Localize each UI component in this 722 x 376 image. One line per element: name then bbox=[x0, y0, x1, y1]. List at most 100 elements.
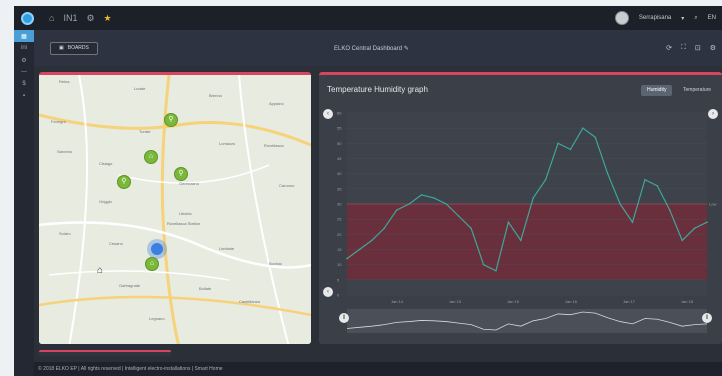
location-marker[interactable] bbox=[151, 243, 163, 255]
map-place-label: Bollate bbox=[199, 286, 212, 291]
gear-icon[interactable]: ⚙ bbox=[86, 6, 94, 30]
lock-icon[interactable]: ⊡ bbox=[695, 44, 701, 52]
data-point bbox=[433, 197, 435, 199]
data-point bbox=[495, 269, 497, 272]
data-point bbox=[507, 221, 510, 223]
home-icon[interactable]: ⌂ bbox=[97, 265, 103, 276]
y-tick-label: 0 bbox=[337, 293, 340, 298]
avatar[interactable] bbox=[614, 11, 629, 25]
device-marker[interactable]: ⚲ bbox=[117, 175, 131, 189]
user-name[interactable]: Serrapisana bbox=[639, 15, 671, 21]
star-icon[interactable]: ★ bbox=[104, 6, 112, 30]
dollar-icon[interactable]: $ bbox=[14, 78, 34, 90]
map-place-label: Garbagnate bbox=[119, 283, 141, 288]
sidebar: ▦ ini ⚙ — $ ▪ bbox=[14, 30, 34, 376]
data-point bbox=[445, 203, 448, 205]
map-place-label: Brenno bbox=[209, 93, 223, 98]
data-point bbox=[544, 178, 547, 181]
x-tick-label: Jan 16 bbox=[565, 299, 578, 304]
boards-label: BOARDS bbox=[67, 45, 89, 51]
x-tick-label: Jan 17 bbox=[623, 299, 636, 304]
map-place-label: Turate bbox=[139, 129, 151, 134]
nav-text[interactable]: IN1 bbox=[63, 6, 77, 30]
data-point bbox=[619, 203, 621, 205]
threshold-band bbox=[347, 204, 707, 280]
search-icon[interactable]: ⌕ bbox=[694, 15, 697, 22]
navigator-right-handle[interactable]: ‖ bbox=[702, 313, 712, 323]
data-point bbox=[383, 227, 386, 230]
footer: © 2018 ELKO EP | All rights reserved | I… bbox=[34, 362, 722, 376]
data-point bbox=[606, 172, 609, 175]
data-point bbox=[408, 203, 410, 205]
data-point bbox=[582, 127, 584, 129]
x-tick-label: Jan 14 bbox=[391, 299, 404, 304]
navigator-area bbox=[347, 309, 707, 333]
x-tick-label: Jan 15 bbox=[507, 299, 520, 304]
chevron-right-icon[interactable]: › bbox=[708, 109, 718, 119]
dashboard-header: ▣ BOARDS ELKO Central Dashboard ✎ ⟳ ⛶ ⊡ … bbox=[34, 30, 722, 66]
device-marker[interactable]: ⌂ bbox=[145, 257, 159, 271]
chevron-left-icon[interactable]: ‹ bbox=[323, 109, 333, 119]
y-tick-label: 35 bbox=[337, 186, 342, 191]
map-place-label: Solaro bbox=[59, 231, 71, 236]
dashboard-title[interactable]: ELKO Central Dashboard ✎ bbox=[334, 45, 409, 52]
map-place-label: Lomazzo bbox=[219, 141, 236, 146]
data-point bbox=[457, 215, 460, 217]
data-point bbox=[532, 197, 535, 199]
data-point bbox=[395, 209, 398, 211]
data-point bbox=[656, 185, 659, 187]
map-place-label: Cesano bbox=[109, 241, 124, 246]
map-widget[interactable]: Reina Lurate Brenno Appiano Fenegrò Turate Lom… bbox=[39, 72, 311, 344]
dashboard-window: ⌂ IN1 ⚙ ★ Serrapisana ▾ ⌕ EN ▦ ini ⚙ — $… bbox=[14, 6, 722, 376]
data-point bbox=[668, 209, 671, 211]
data-point bbox=[470, 227, 472, 230]
data-point bbox=[371, 239, 373, 242]
home-icon[interactable]: ⌂ bbox=[49, 6, 54, 30]
device-marker[interactable]: ⚲ bbox=[174, 167, 188, 181]
data-point bbox=[557, 142, 559, 145]
chevron-left-icon[interactable]: ‹ bbox=[323, 287, 333, 297]
boards-button[interactable]: ▣ BOARDS bbox=[50, 41, 98, 55]
footer-tab[interactable] bbox=[39, 350, 171, 356]
elko-logo[interactable] bbox=[14, 6, 40, 30]
map-place-label: Gerenzano bbox=[179, 181, 200, 186]
data-point bbox=[594, 136, 597, 139]
data-point bbox=[631, 221, 634, 223]
map-place-label: Castellanza bbox=[239, 299, 261, 304]
map-place-label: Limbiate bbox=[219, 246, 235, 251]
data-point bbox=[346, 257, 348, 260]
refresh-icon[interactable]: ⟳ bbox=[666, 44, 672, 52]
map-place-label: Lurate bbox=[134, 86, 146, 91]
y-tick-label: 55 bbox=[337, 126, 342, 131]
fullscreen-icon[interactable]: ⛶ bbox=[681, 44, 686, 52]
device-icon[interactable]: ▪ bbox=[14, 90, 34, 102]
device-marker[interactable]: ⌂ bbox=[144, 150, 158, 164]
chevron-down-icon[interactable]: ▾ bbox=[681, 15, 684, 22]
x-tick-label: Jan 18 bbox=[681, 299, 694, 304]
navigator-left-handle[interactable]: ‖ bbox=[339, 313, 349, 323]
map-place-label: Reina bbox=[59, 79, 70, 84]
map-station-label: Rovellasca Station bbox=[167, 221, 200, 226]
board-icon: ▣ bbox=[59, 45, 64, 51]
chart-icon[interactable]: ini bbox=[14, 42, 34, 54]
humidity-chart: 605550454035302520151050LowJan 14 Jan 15 J… bbox=[337, 111, 716, 333]
data-point bbox=[519, 239, 522, 242]
y-tick-label: 25 bbox=[337, 217, 342, 222]
edit-icon[interactable]: ✎ bbox=[404, 46, 409, 52]
settings-icon[interactable]: ⚙ bbox=[710, 44, 716, 52]
y-tick-label: 5 bbox=[337, 277, 340, 282]
divider: — bbox=[21, 69, 27, 75]
device-marker[interactable]: ⚲ bbox=[164, 113, 178, 127]
map-place-label: Appiano bbox=[269, 101, 284, 106]
y-tick-label: 50 bbox=[337, 141, 342, 146]
x-tick-label: Jan 15 bbox=[449, 299, 462, 304]
y-tick-label: 10 bbox=[337, 262, 342, 267]
gear-icon[interactable]: ⚙ bbox=[14, 54, 34, 66]
grid-icon[interactable]: ▦ bbox=[14, 30, 34, 42]
data-point bbox=[420, 194, 423, 196]
language-selector[interactable]: EN bbox=[708, 15, 716, 21]
top-bar: ⌂ IN1 ⚙ ★ Serrapisana ▾ ⌕ EN bbox=[14, 6, 722, 30]
map-place-label: Cislago bbox=[99, 161, 113, 166]
map-place-label: Rovellasca bbox=[264, 143, 284, 148]
data-point bbox=[569, 148, 572, 151]
